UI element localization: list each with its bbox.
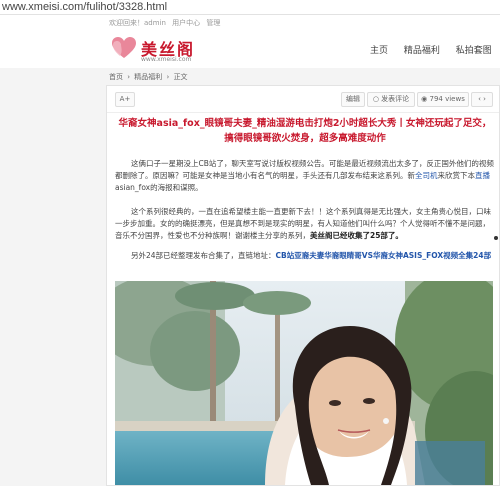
article-card: A+ 编辑 ○ 发表评论 ◉ 794 views ‹ › 华裔女神asia_fo…	[106, 85, 500, 486]
edit-button[interactable]: 编辑	[341, 92, 365, 107]
prev-next-button[interactable]: ‹ ›	[471, 92, 493, 107]
logo-domain: www.xmeisi.com	[141, 56, 192, 63]
article-paragraph-series: 这个系列很经典的，一直在追希望楼主能一直更新下去！！这个系列真得是无比强大，女主…	[115, 206, 495, 242]
article-photo	[115, 281, 493, 485]
site-header: 欢迎回来！admin 用户中心 管理 美丝阁 www.xmeisi.com 主页…	[0, 15, 500, 68]
article-paragraph-link: 另外24部已经整理发布合集了，直链地址：CB站亚裔夫妻华裔眼睛哥VS华裔女神AS…	[115, 250, 495, 262]
driver-link[interactable]: 全司机	[415, 171, 438, 180]
breadcrumb-separator: ›	[127, 73, 131, 81]
paragraph-text: asian_fox的海报和谋照。	[115, 183, 203, 192]
site-logo[interactable]: 美丝阁 www.xmeisi.com	[111, 36, 231, 66]
nav-item-welfare[interactable]: 精品福利	[404, 43, 440, 56]
eye-icon: ◉	[421, 95, 428, 103]
live-link[interactable]: 直播	[475, 171, 490, 180]
collection-link[interactable]: CB站亚裔夫妻华裔眼睛哥VS华裔女神ASIS_FOX视频全集24部	[276, 251, 492, 260]
paragraph-text: 来欣赏下本	[437, 171, 476, 180]
breadcrumb-current: 正文	[173, 73, 188, 81]
collection-count-text: 美丝阁已经收集了25部了。	[310, 231, 403, 240]
manage-link[interactable]: 管理	[206, 19, 220, 27]
heart-logo-icon	[112, 37, 136, 58]
user-topbar: 欢迎回来！admin 用户中心 管理	[109, 18, 224, 28]
nav-item-home[interactable]: 主页	[370, 43, 388, 56]
font-size-button[interactable]: A+	[115, 92, 135, 107]
breadcrumb: 首页 › 精品福利 › 正文	[109, 72, 190, 82]
main-nav: 主页 精品福利 私拍套图 网	[370, 43, 500, 56]
url-text[interactable]: www.xmeisi.com/fulihot/3328.html	[2, 1, 167, 13]
views-count: 794 views	[429, 95, 465, 103]
paragraph-text: 这个系列很经典的，一直在追希望楼主能一直更新下去！！这个系列真得是无比强大，女主…	[115, 207, 491, 240]
browser-address-bar[interactable]: www.xmeisi.com/fulihot/3328.html	[0, 0, 500, 15]
nav-item-photosets[interactable]: 私拍套图	[456, 43, 492, 56]
welcome-text: 欢迎回来！admin	[109, 19, 166, 27]
views-badge: ◉ 794 views	[417, 92, 469, 107]
article-paragraph-intro: 这俩口子一星期没上CB站了，聊天室写说讨版权视频公告。可能是最近视频流出太多了，…	[115, 158, 495, 194]
user-center-link[interactable]: 用户中心	[172, 19, 200, 27]
comment-icon: ○	[372, 95, 379, 103]
article-toolbar: A+ 编辑 ○ 发表评论 ◉ 794 views ‹ ›	[107, 86, 499, 113]
comment-label: 发表评论	[381, 95, 410, 103]
poolside-portrait-image	[115, 281, 493, 485]
paragraph-text: 另外24部已经整理发布合集了，直链地址：	[131, 251, 276, 260]
breadcrumb-home[interactable]: 首页	[109, 73, 123, 81]
article-title: 华裔女神asia_fox_眼镜哥夫妻_精油湿游电击打炮2小时超长大秀丨女神还玩起…	[118, 118, 492, 144]
comment-button[interactable]: ○ 发表评论	[367, 92, 415, 107]
breadcrumb-category[interactable]: 精品福利	[134, 73, 162, 81]
scroll-indicator	[494, 236, 498, 240]
breadcrumb-separator: ›	[166, 73, 170, 81]
